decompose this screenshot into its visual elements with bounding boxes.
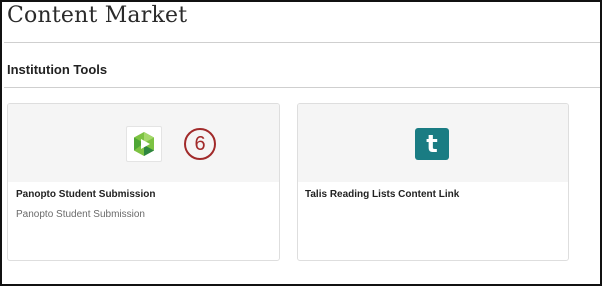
tool-card-talis[interactable]: t Talis Reading Lists Content Link — [297, 103, 569, 261]
talis-logo-letter: t — [426, 130, 438, 158]
page-title: Content Market — [7, 3, 188, 28]
tool-card-panopto[interactable]: 6 Panopto Student Submission Panopto Stu… — [7, 103, 280, 261]
panopto-logo-icon — [126, 126, 162, 162]
card-description: Panopto Student Submission — [16, 209, 145, 220]
section-divider — [4, 87, 600, 88]
card-title[interactable]: Talis Reading Lists Content Link — [305, 188, 459, 202]
section-title: Institution Tools — [7, 62, 108, 77]
card-media: t — [298, 104, 568, 182]
header-divider — [4, 42, 600, 43]
step-number-badge: 6 — [184, 128, 216, 160]
talis-logo-icon: t — [415, 128, 449, 160]
card-media: 6 — [8, 104, 279, 182]
screenshot-frame: Content Market Institution Tools 6 Panop… — [0, 0, 602, 286]
card-title[interactable]: Panopto Student Submission — [16, 188, 155, 202]
